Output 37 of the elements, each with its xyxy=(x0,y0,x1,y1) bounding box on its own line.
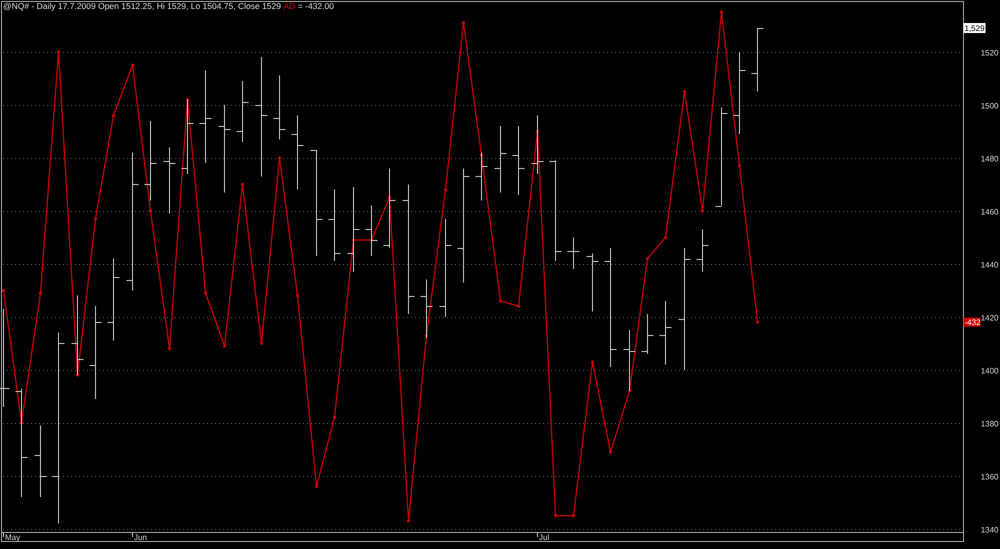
price-bar xyxy=(567,236,580,270)
price-bar xyxy=(623,330,636,392)
price-axis-label: 1380 xyxy=(980,420,998,428)
price-bar xyxy=(751,28,764,92)
date-axis-label: Jul xyxy=(539,533,550,542)
date-axis-label: Jun xyxy=(134,533,147,542)
price-bar xyxy=(659,300,672,366)
price-axis-label: 1420 xyxy=(980,314,998,322)
date-tick-mark xyxy=(132,532,133,538)
price-bar xyxy=(494,126,507,193)
price-bar xyxy=(236,80,249,142)
indicator-name: AD xyxy=(283,2,296,12)
price-bar xyxy=(420,279,433,339)
indicator-value-marker: -432 xyxy=(964,318,981,328)
last-price-marker: 1,529 xyxy=(964,23,986,34)
price-bar xyxy=(586,252,599,312)
price-bar xyxy=(512,126,525,196)
price-axis-label: 1500 xyxy=(980,102,998,110)
price-bar xyxy=(531,114,544,174)
price-axis-label: 1360 xyxy=(980,472,998,482)
date-tick-mark xyxy=(3,532,4,538)
price-bar xyxy=(365,205,378,256)
price-axis-label: 1480 xyxy=(980,154,998,164)
price-axis-label: 1400 xyxy=(980,366,998,376)
price-bar xyxy=(641,314,654,354)
price-axis-label: 1340 xyxy=(980,526,998,534)
price-bar xyxy=(475,152,488,201)
price-axis-label: 1460 xyxy=(980,208,998,216)
indicator-reading: = -432.00 xyxy=(298,2,334,12)
date-tick-mark xyxy=(537,532,538,538)
chart-title: @NQ# - Daily 17.7.2009 Open 1512.25, Hi 1529, Lo 1504.75, Close 1529 xyxy=(3,2,281,12)
date-axis-label: May xyxy=(5,533,20,542)
price-axis-label: 1440 xyxy=(980,260,998,270)
price-axis-label: 1520 xyxy=(980,48,998,58)
price-bar xyxy=(273,75,286,140)
price-bar xyxy=(163,146,176,214)
price-bar xyxy=(696,228,709,272)
